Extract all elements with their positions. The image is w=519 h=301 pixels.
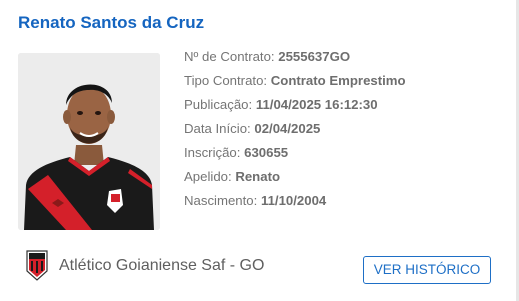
detail-value: 2555637GO bbox=[278, 49, 351, 64]
detail-label: Publicação: bbox=[184, 97, 256, 112]
detail-label: Tipo Contrato: bbox=[184, 73, 271, 88]
club-name[interactable]: Atlético Goianiense Saf - GO bbox=[59, 257, 264, 275]
detail-contract-type: Tipo Contrato: Contrato Emprestimo bbox=[184, 72, 504, 96]
club-crest-icon bbox=[26, 250, 48, 281]
contract-details: Nº de Contrato: 2555637GO Tipo Contrato:… bbox=[184, 48, 504, 216]
detail-label: Inscrição: bbox=[184, 145, 245, 160]
detail-value: 11/04/2025 16:12:30 bbox=[255, 97, 378, 112]
detail-nickname: Apelido: Renato bbox=[184, 168, 504, 192]
detail-value: 630655 bbox=[244, 145, 289, 160]
detail-label: Nascimento: bbox=[184, 193, 261, 208]
player-photo bbox=[18, 53, 160, 230]
detail-value: 11/10/2004 bbox=[260, 193, 327, 208]
detail-publication: Publicação: 11/04/2025 16:12:30 bbox=[184, 96, 504, 120]
player-photo-image bbox=[18, 53, 160, 230]
club-info: Atlético Goianiense Saf - GO bbox=[25, 249, 264, 282]
detail-value: Contrato Emprestimo bbox=[270, 73, 406, 88]
player-name[interactable]: Renato Santos da Cruz bbox=[18, 13, 204, 33]
detail-label: Apelido: bbox=[184, 169, 236, 184]
detail-value: Renato bbox=[235, 169, 281, 184]
detail-start-date: Data Início: 02/04/2025 bbox=[184, 120, 504, 144]
detail-registration: Inscrição: 630655 bbox=[184, 144, 504, 168]
detail-value: 02/04/2025 bbox=[254, 121, 321, 136]
view-history-button[interactable]: VER HISTÓRICO bbox=[363, 256, 491, 284]
detail-contract-number: Nº de Contrato: 2555637GO bbox=[184, 48, 504, 72]
detail-label: Data Início: bbox=[184, 121, 255, 136]
player-card: Renato Santos da Cruz Nº de Contrato: 25… bbox=[0, 0, 519, 301]
detail-label: Nº de Contrato: bbox=[184, 49, 279, 64]
detail-birth-date: Nascimento: 11/10/2004 bbox=[184, 192, 504, 216]
